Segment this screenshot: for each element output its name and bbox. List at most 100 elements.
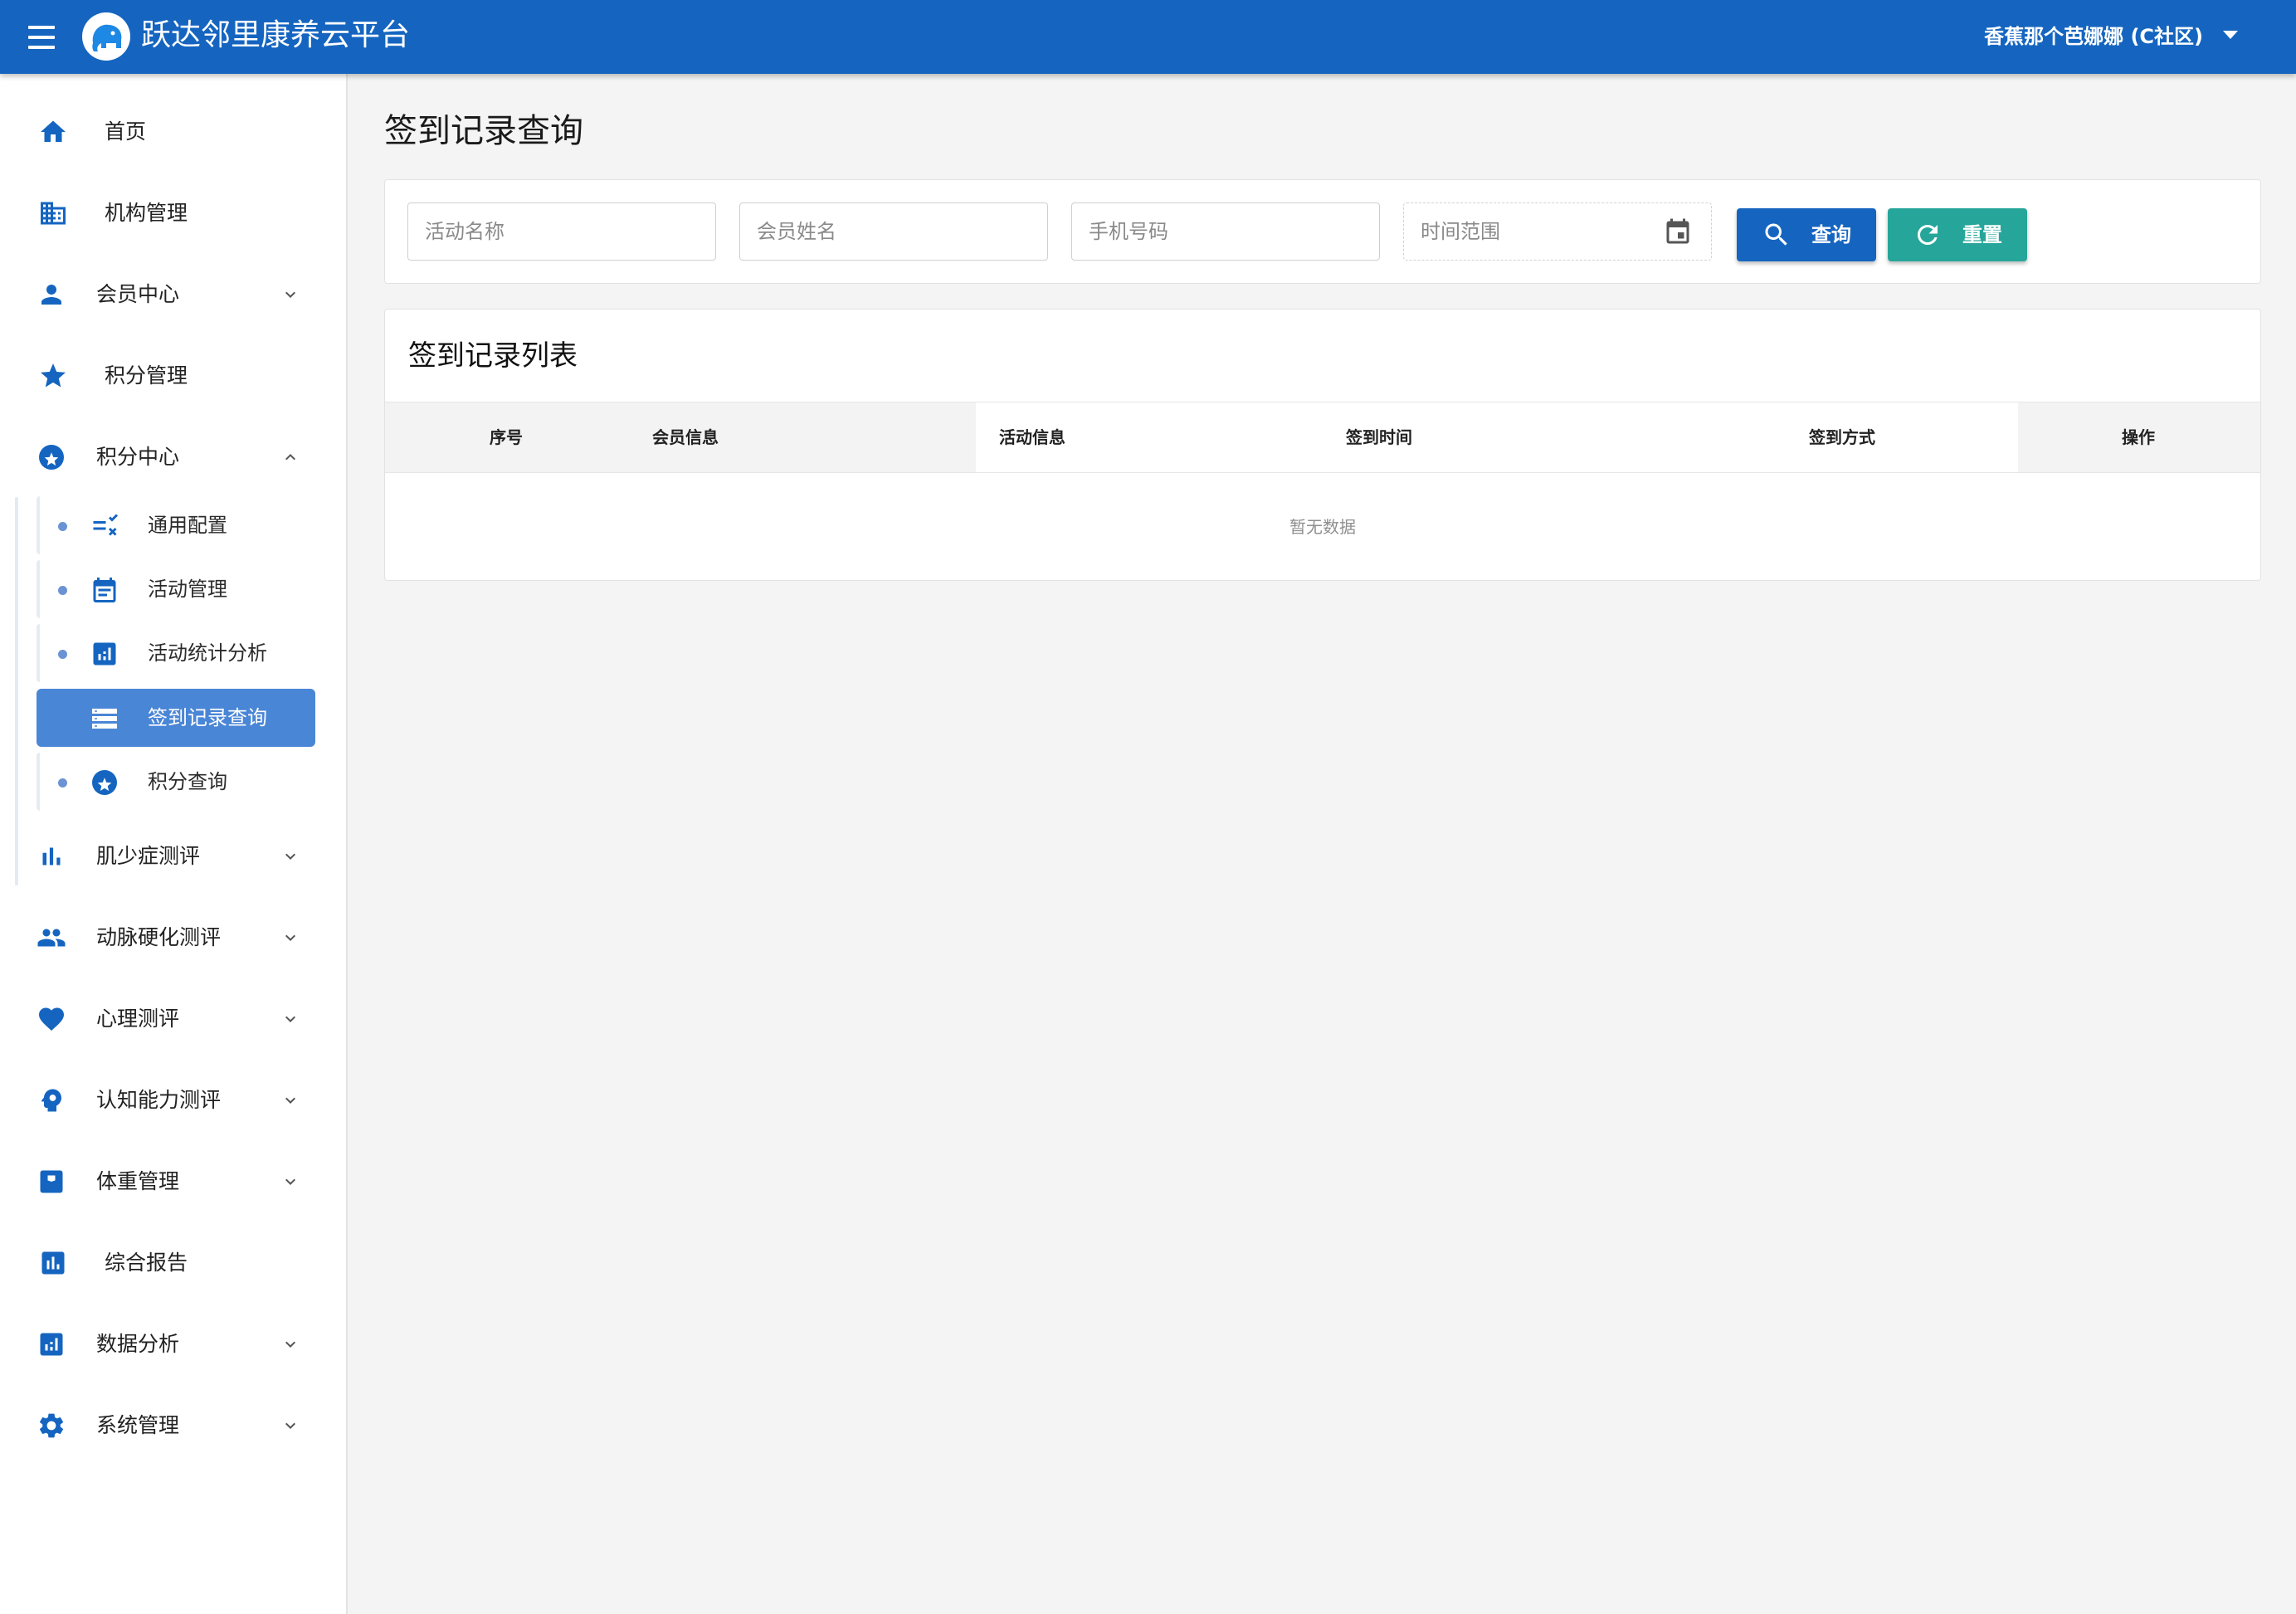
- sidebar-subitem-label: 签到记录查询: [148, 706, 267, 729]
- bullet-dot: [58, 650, 67, 659]
- sidebar-item-report[interactable]: 综合报告: [0, 1230, 348, 1296]
- chevron-down-icon: [285, 1422, 295, 1429]
- sidebar-item-label: 动脉硬化测评: [96, 925, 222, 949]
- phone-number-placeholder: 手机号码: [1089, 220, 1168, 243]
- refresh-icon: [1918, 225, 1938, 245]
- calendar-icon: [93, 578, 116, 602]
- sidebar-item-label: 积分中心: [96, 445, 180, 469]
- search-button[interactable]: 查询: [1737, 208, 1876, 261]
- app-title: 跃达邻里康养云平台: [141, 18, 411, 52]
- sidebar-item-points-management[interactable]: 积分管理: [0, 343, 348, 409]
- sidebar-subitem-general-config[interactable]: 通用配置: [37, 496, 315, 554]
- member-name-input[interactable]: 会员姓名: [739, 202, 1048, 261]
- list-icon: [92, 709, 117, 729]
- caret-down-icon: [2223, 31, 2238, 39]
- column-header-index[interactable]: 序号: [490, 402, 523, 472]
- chevron-down-icon: [285, 291, 295, 298]
- top-app-bar: 跃达邻里康养云平台 香蕉那个芭娜娜 (C社区): [0, 0, 2296, 74]
- activity-name-placeholder: 活动名称: [425, 220, 505, 243]
- sidebar-item-system[interactable]: 系统管理: [0, 1392, 348, 1459]
- star-icon: [41, 363, 66, 388]
- sidebar-subitem-label: 积分查询: [148, 770, 227, 793]
- sidebar-item-home[interactable]: 首页: [0, 99, 348, 165]
- stats-icon: [93, 642, 116, 666]
- chevron-down-icon: [285, 1178, 295, 1185]
- time-range-placeholder: 时间范围: [1421, 220, 1500, 243]
- column-header-member-info[interactable]: 会员信息: [652, 402, 719, 472]
- column-header-checkin-method[interactable]: 签到方式: [1809, 402, 1875, 472]
- checkin-records-table: 签到记录列表 序号 会员信息 活动信息 签到时间 签到方式 操作 暂无数据: [384, 309, 2261, 581]
- search-button-label: 查询: [1811, 223, 1851, 246]
- sidebar-subitem-label: 活动管理: [148, 578, 227, 601]
- table-title: 签到记录列表: [408, 339, 578, 373]
- sidebar: 首页 机构管理 会员中心 积分管理 积分中心 通用配置 活动管理 活动统计分析: [0, 74, 348, 1614]
- sidebar-item-label: 综合报告: [105, 1251, 188, 1275]
- star-circle-icon: [92, 770, 117, 795]
- column-header-actions[interactable]: 操作: [2122, 402, 2155, 472]
- brain-icon: [41, 1089, 61, 1112]
- gear-icon: [39, 1413, 64, 1438]
- filter-panel: 活动名称 会员姓名 手机号码 时间范围 查询 重置: [384, 179, 2261, 284]
- sidebar-item-label: 积分管理: [105, 363, 188, 388]
- column-header-activity-info[interactable]: 活动信息: [999, 402, 1065, 472]
- reset-button-label: 重置: [1962, 223, 2002, 246]
- rule-icon: [93, 514, 119, 536]
- sidebar-item-label: 体重管理: [96, 1169, 180, 1193]
- sidebar-item-institution[interactable]: 机构管理: [0, 180, 348, 246]
- phone-number-input[interactable]: 手机号码: [1071, 202, 1380, 261]
- time-range-picker[interactable]: 时间范围: [1403, 202, 1712, 261]
- sidebar-subitem-points-query[interactable]: 积分查询: [37, 753, 315, 811]
- sidebar-item-label: 机构管理: [105, 201, 188, 225]
- heart-icon: [39, 1007, 64, 1031]
- sidebar-item-psychology[interactable]: 心理测评: [0, 986, 348, 1052]
- sidebar-item-label: 认知能力测评: [96, 1088, 222, 1112]
- person-icon: [41, 285, 61, 305]
- search-icon: [1765, 223, 1787, 246]
- sidebar-subitem-label: 通用配置: [148, 514, 227, 537]
- sidebar-item-sarcopenia[interactable]: 肌少症测评: [0, 823, 348, 890]
- bullet-dot: [58, 522, 67, 531]
- chevron-down-icon: [285, 1097, 295, 1104]
- bullet-dot: [58, 586, 67, 595]
- building-icon: [41, 202, 66, 225]
- sidebar-item-label: 心理测评: [96, 1007, 180, 1031]
- sidebar-item-label: 肌少症测评: [96, 844, 201, 868]
- member-name-placeholder: 会员姓名: [757, 220, 836, 243]
- home-icon: [41, 120, 66, 142]
- sidebar-item-weight[interactable]: 体重管理: [0, 1148, 348, 1215]
- sidebar-item-label: 数据分析: [96, 1332, 180, 1356]
- reset-button[interactable]: 重置: [1888, 208, 2027, 261]
- table-header: 序号 会员信息 活动信息 签到时间 签到方式 操作: [385, 402, 2260, 473]
- sidebar-item-label: 首页: [105, 119, 147, 144]
- sidebar-subitem-checkin-records[interactable]: 签到记录查询: [37, 689, 315, 747]
- sidebar-item-label: 系统管理: [96, 1413, 180, 1437]
- sidebar-subitem-activity-stats[interactable]: 活动统计分析: [37, 624, 315, 682]
- elephant-logo-icon: [82, 12, 130, 61]
- user-name: 香蕉那个芭娜娜 (C社区): [1984, 25, 2203, 48]
- sidebar-item-cognition[interactable]: 认知能力测评: [0, 1067, 348, 1134]
- chevron-up-icon: [285, 454, 295, 461]
- sidebar-item-member-center[interactable]: 会员中心: [0, 261, 348, 328]
- user-menu[interactable]: 香蕉那个芭娜娜 (C社区): [1984, 18, 2246, 55]
- menu-icon[interactable]: [25, 21, 58, 54]
- sidebar-item-label: 会员中心: [96, 282, 180, 306]
- chevron-down-icon: [285, 1016, 295, 1022]
- analytics-icon: [40, 1333, 63, 1356]
- sidebar-subitem-label: 活动统计分析: [148, 641, 267, 665]
- chevron-down-icon: [285, 1341, 295, 1348]
- empty-state-text: 暂无数据: [1289, 517, 1356, 537]
- page-title: 签到记录查询: [384, 112, 583, 150]
- sidebar-item-data-analysis[interactable]: 数据分析: [0, 1311, 348, 1378]
- sidebar-item-arteriosclerosis[interactable]: 动脉硬化测评: [0, 905, 348, 971]
- people-icon: [37, 929, 66, 947]
- column-header-checkin-time[interactable]: 签到时间: [1346, 402, 1412, 472]
- calendar-event-icon[interactable]: [1663, 217, 1693, 247]
- sidebar-subitem-activity-management[interactable]: 活动管理: [37, 560, 315, 618]
- bullet-dot: [58, 778, 67, 787]
- activity-name-input[interactable]: 活动名称: [407, 202, 716, 261]
- chevron-down-icon: [285, 934, 295, 941]
- sidebar-item-points-center[interactable]: 积分中心: [0, 424, 348, 490]
- scale-icon: [40, 1170, 63, 1193]
- star-circle-icon: [39, 445, 64, 470]
- report-icon: [41, 1251, 65, 1275]
